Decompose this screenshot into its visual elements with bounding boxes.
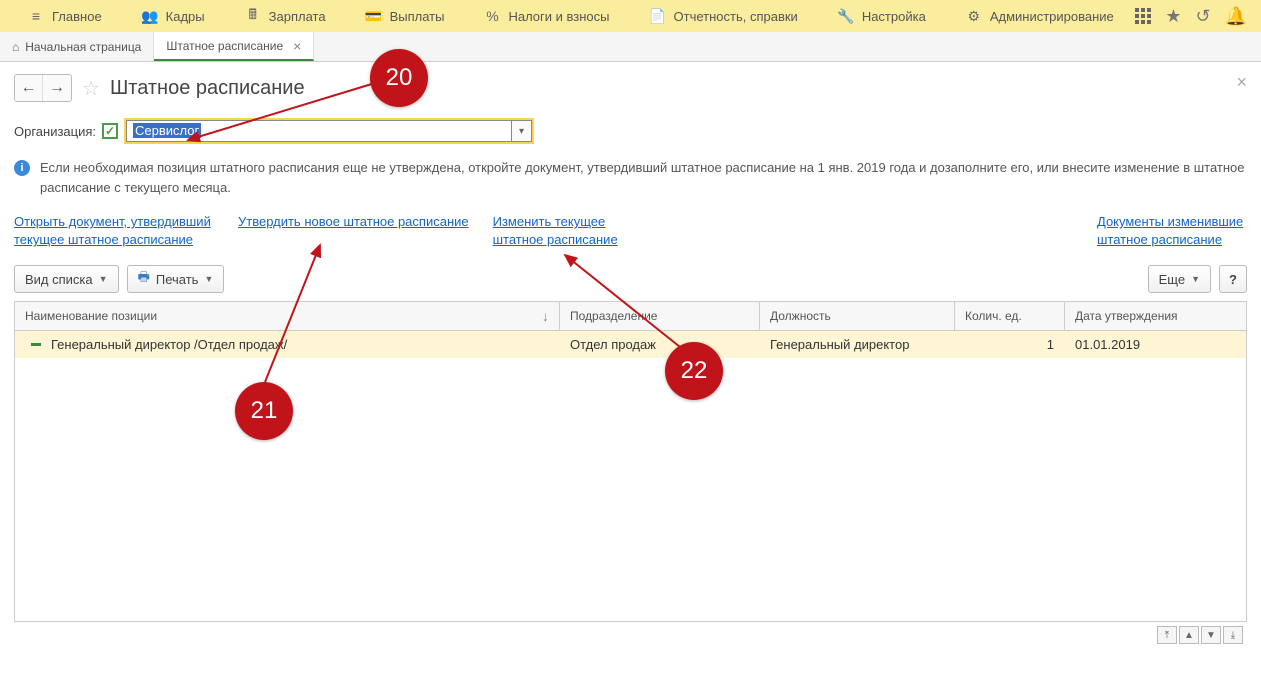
view-list-button[interactable]: Вид списка▼ [14,265,119,293]
info-icon: i [14,160,30,176]
chevron-down-icon: ▼ [204,274,213,284]
print-icon: 🖶 [138,268,150,290]
menu-vyplaty[interactable]: 💳 Выплаты [346,0,465,32]
org-checkbox[interactable]: ✓ [102,123,118,139]
chevron-down-icon: ▼ [1191,274,1200,284]
nav-buttons: ← → [14,74,72,102]
org-field: Сервислог ▾ [124,118,534,144]
back-button[interactable]: ← [15,75,43,101]
gear-icon: ⚙ [966,8,982,24]
bell-icon[interactable]: 🔔 [1225,6,1247,27]
tab-bar: ⌂ Начальная страница Штатное расписание … [0,32,1261,62]
col-position[interactable]: Должность [760,302,955,330]
star-icon[interactable]: ★ [1165,6,1181,27]
page-title: Штатное расписание [110,77,305,100]
close-panel-icon[interactable]: × [1236,72,1247,93]
menu-label: Настройка [862,9,926,24]
menu-nalogi[interactable]: % Налоги и взносы [464,0,629,32]
info-text: Если необходимая позиция штатного распис… [40,158,1247,197]
menu-nastroika[interactable]: 🔧 Настройка [818,0,946,32]
link-docs-changed[interactable]: Документы изменившие штатное расписание [1097,213,1247,249]
cell-qty: 1 [955,331,1065,358]
menu-icon: ≡ [28,8,44,24]
wallet-icon: 💳 [366,8,382,24]
row-marker-icon [31,343,41,346]
percent-icon: % [484,8,500,24]
menu-label: Главное [52,9,102,24]
history-icon[interactable]: ↺ [1195,6,1210,27]
cell-date: 01.01.2019 [1065,331,1246,358]
menu-label: Выплаты [390,9,445,24]
tab-staffing[interactable]: Штатное расписание × [154,32,314,61]
sort-indicator-icon: ↓ [542,308,549,324]
scroll-controls: ⤒ ▲ ▼ ⤓ [14,626,1247,644]
tab-home[interactable]: ⌂ Начальная страница [0,32,154,61]
link-open-doc[interactable]: Открыть документ, утвердивший текущее шт… [14,213,214,249]
org-dropdown-button[interactable]: ▾ [512,120,532,142]
cell-dept: Отдел продаж [560,331,760,358]
scroll-bottom-button[interactable]: ⤓ [1223,626,1243,644]
menu-label: Налоги и взносы [508,9,609,24]
menu-otchet[interactable]: 📄 Отчетность, справки [630,0,818,32]
apps-icon[interactable] [1135,8,1151,24]
people-icon: 👥 [142,8,158,24]
menu-label: Отчетность, справки [674,9,798,24]
cell-position: Генеральный директор [760,331,955,358]
menu-label: Зарплата [269,9,326,24]
link-approve-new[interactable]: Утвердить новое штатное расписание [238,213,469,249]
menu-label: Кадры [166,9,205,24]
tab-label: Начальная страница [25,40,141,54]
org-label: Организация: [14,124,96,139]
calc-icon: 🖩 [245,8,261,24]
callout-20: 20 [370,49,428,107]
report-icon: 📄 [650,8,666,24]
cell-name: Генеральный директор /Отдел продаж/ [51,337,287,352]
help-button[interactable]: ? [1219,265,1247,293]
chevron-down-icon: ▼ [99,274,108,284]
close-icon[interactable]: × [293,38,301,54]
callout-22: 22 [665,342,723,400]
link-change-current[interactable]: Изменить текущее штатное расписание [493,213,623,249]
col-name[interactable]: Наименование позиции ↓ [15,302,560,330]
home-icon: ⌂ [12,40,19,54]
menu-zarplata[interactable]: 🖩 Зарплата [225,0,346,32]
org-input[interactable]: Сервислог [126,120,512,142]
wrench-icon: 🔧 [838,8,854,24]
print-button[interactable]: 🖶 Печать▼ [127,265,225,293]
menu-admin[interactable]: ⚙ Администрирование [946,0,1134,32]
favorite-icon[interactable]: ☆ [82,76,100,101]
callout-21: 21 [235,382,293,440]
content: × ← → ☆ Штатное расписание Организация: … [0,62,1261,656]
menu-main[interactable]: ≡ Главное [8,0,122,32]
menu-kadry[interactable]: 👥 Кадры [122,0,225,32]
top-menu: ≡ Главное 👥 Кадры 🖩 Зарплата 💳 Выплаты %… [0,0,1261,32]
col-qty[interactable]: Колич. ед. [955,302,1065,330]
col-date[interactable]: Дата утверждения [1065,302,1246,330]
table-row[interactable]: Генеральный директор /Отдел продаж/ Отде… [15,331,1246,358]
more-button[interactable]: Еще▼ [1148,265,1211,293]
menu-label: Администрирование [990,9,1114,24]
scroll-top-button[interactable]: ⤒ [1157,626,1177,644]
forward-button[interactable]: → [43,75,71,101]
col-dept[interactable]: Подразделение [560,302,760,330]
table: Наименование позиции ↓ Подразделение Дол… [14,301,1247,622]
scroll-up-button[interactable]: ▲ [1179,626,1199,644]
scroll-down-button[interactable]: ▼ [1201,626,1221,644]
tab-label: Штатное расписание [166,39,283,53]
